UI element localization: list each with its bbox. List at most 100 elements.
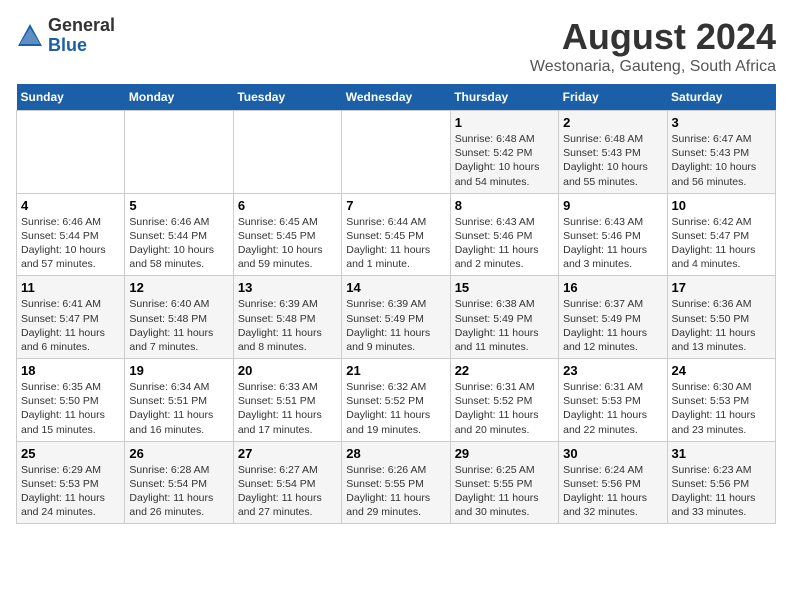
weekday-header-tuesday: Tuesday xyxy=(233,84,341,111)
calendar-table: SundayMondayTuesdayWednesdayThursdayFrid… xyxy=(16,84,776,524)
main-title: August 2024 xyxy=(530,16,776,58)
calendar-cell: 11 Sunrise: 6:41 AM Sunset: 5:47 PM Dayli… xyxy=(17,276,125,359)
calendar-cell: 3 Sunrise: 6:47 AM Sunset: 5:43 PM Daylig… xyxy=(667,111,775,194)
calendar-cell: 6 Sunrise: 6:45 AM Sunset: 5:45 PM Daylig… xyxy=(233,193,341,276)
day-detail: Sunrise: 6:31 AM Sunset: 5:52 PM Dayligh… xyxy=(455,380,554,437)
day-detail: Sunrise: 6:36 AM Sunset: 5:50 PM Dayligh… xyxy=(672,297,771,354)
calendar-cell: 8 Sunrise: 6:43 AM Sunset: 5:46 PM Daylig… xyxy=(450,193,558,276)
calendar-cell: 18 Sunrise: 6:35 AM Sunset: 5:50 PM Dayli… xyxy=(17,359,125,442)
weekday-header-friday: Friday xyxy=(559,84,667,111)
day-number: 4 xyxy=(21,198,120,213)
day-number: 6 xyxy=(238,198,337,213)
day-detail: Sunrise: 6:28 AM Sunset: 5:54 PM Dayligh… xyxy=(129,463,228,520)
logo-blue: Blue xyxy=(48,36,115,56)
day-number: 20 xyxy=(238,363,337,378)
calendar-cell: 24Sunrise: 6:30 AM Sunset: 5:53 PM Dayli… xyxy=(667,359,775,442)
calendar-cell: 28Sunrise: 6:26 AM Sunset: 5:55 PM Dayli… xyxy=(342,441,450,524)
day-number: 3 xyxy=(672,115,771,130)
day-detail: Sunrise: 6:27 AM Sunset: 5:54 PM Dayligh… xyxy=(238,463,337,520)
day-detail: Sunrise: 6:30 AM Sunset: 5:53 PM Dayligh… xyxy=(672,380,771,437)
day-detail: Sunrise: 6:42 AM Sunset: 5:47 PM Dayligh… xyxy=(672,215,771,272)
day-detail: Sunrise: 6:31 AM Sunset: 5:53 PM Dayligh… xyxy=(563,380,662,437)
weekday-header-thursday: Thursday xyxy=(450,84,558,111)
weekday-header-saturday: Saturday xyxy=(667,84,775,111)
calendar-cell: 12Sunrise: 6:40 AM Sunset: 5:48 PM Dayli… xyxy=(125,276,233,359)
day-detail: Sunrise: 6:33 AM Sunset: 5:51 PM Dayligh… xyxy=(238,380,337,437)
day-detail: Sunrise: 6:43 AM Sunset: 5:46 PM Dayligh… xyxy=(455,215,554,272)
day-number: 17 xyxy=(672,280,771,295)
calendar-cell: 30Sunrise: 6:24 AM Sunset: 5:56 PM Dayli… xyxy=(559,441,667,524)
day-detail: Sunrise: 6:41 AM Sunset: 5:47 PM Dayligh… xyxy=(21,297,120,354)
title-block: August 2024 Westonaria, Gauteng, South A… xyxy=(530,16,776,76)
day-detail: Sunrise: 6:47 AM Sunset: 5:43 PM Dayligh… xyxy=(672,132,771,189)
day-number: 1 xyxy=(455,115,554,130)
day-number: 31 xyxy=(672,446,771,461)
calendar-cell: 26 Sunrise: 6:28 AM Sunset: 5:54 PM Dayli… xyxy=(125,441,233,524)
day-detail: Sunrise: 6:37 AM Sunset: 5:49 PM Dayligh… xyxy=(563,297,662,354)
day-number: 25 xyxy=(21,446,120,461)
day-number: 29 xyxy=(455,446,554,461)
calendar-cell: 27 Sunrise: 6:27 AM Sunset: 5:54 PM Dayli… xyxy=(233,441,341,524)
calendar-cell: 9Sunrise: 6:43 AM Sunset: 5:46 PM Daylig… xyxy=(559,193,667,276)
day-number: 13 xyxy=(238,280,337,295)
header: General Blue August 2024 Westonaria, Gau… xyxy=(16,16,776,76)
weekday-header-sunday: Sunday xyxy=(17,84,125,111)
day-detail: Sunrise: 6:45 AM Sunset: 5:45 PM Dayligh… xyxy=(238,215,337,272)
week-row-4: 18 Sunrise: 6:35 AM Sunset: 5:50 PM Dayli… xyxy=(17,359,776,442)
day-number: 8 xyxy=(455,198,554,213)
subtitle: Westonaria, Gauteng, South Africa xyxy=(530,58,776,76)
calendar-cell: 20 Sunrise: 6:33 AM Sunset: 5:51 PM Dayli… xyxy=(233,359,341,442)
day-detail: Sunrise: 6:32 AM Sunset: 5:52 PM Dayligh… xyxy=(346,380,445,437)
week-row-3: 11 Sunrise: 6:41 AM Sunset: 5:47 PM Dayli… xyxy=(17,276,776,359)
day-detail: Sunrise: 6:39 AM Sunset: 5:48 PM Dayligh… xyxy=(238,297,337,354)
day-number: 27 xyxy=(238,446,337,461)
day-number: 21 xyxy=(346,363,445,378)
day-number: 11 xyxy=(21,280,120,295)
day-detail: Sunrise: 6:48 AM Sunset: 5:43 PM Dayligh… xyxy=(563,132,662,189)
day-detail: Sunrise: 6:25 AM Sunset: 5:55 PM Dayligh… xyxy=(455,463,554,520)
day-detail: Sunrise: 6:46 AM Sunset: 5:44 PM Dayligh… xyxy=(21,215,120,272)
weekday-header-monday: Monday xyxy=(125,84,233,111)
calendar-cell: 17 Sunrise: 6:36 AM Sunset: 5:50 PM Dayli… xyxy=(667,276,775,359)
calendar-cell: 22Sunrise: 6:31 AM Sunset: 5:52 PM Dayli… xyxy=(450,359,558,442)
day-number: 2 xyxy=(563,115,662,130)
calendar-cell xyxy=(233,111,341,194)
logo: General Blue xyxy=(16,16,115,56)
day-number: 28 xyxy=(346,446,445,461)
day-detail: Sunrise: 6:46 AM Sunset: 5:44 PM Dayligh… xyxy=(129,215,228,272)
day-detail: Sunrise: 6:23 AM Sunset: 5:56 PM Dayligh… xyxy=(672,463,771,520)
calendar-cell: 5 Sunrise: 6:46 AM Sunset: 5:44 PM Daylig… xyxy=(125,193,233,276)
day-number: 14 xyxy=(346,280,445,295)
day-number: 26 xyxy=(129,446,228,461)
calendar-cell: 7Sunrise: 6:44 AM Sunset: 5:45 PM Daylig… xyxy=(342,193,450,276)
day-detail: Sunrise: 6:40 AM Sunset: 5:48 PM Dayligh… xyxy=(129,297,228,354)
day-number: 23 xyxy=(563,363,662,378)
day-detail: Sunrise: 6:29 AM Sunset: 5:53 PM Dayligh… xyxy=(21,463,120,520)
day-number: 10 xyxy=(672,198,771,213)
day-detail: Sunrise: 6:35 AM Sunset: 5:50 PM Dayligh… xyxy=(21,380,120,437)
day-detail: Sunrise: 6:48 AM Sunset: 5:42 PM Dayligh… xyxy=(455,132,554,189)
day-detail: Sunrise: 6:38 AM Sunset: 5:49 PM Dayligh… xyxy=(455,297,554,354)
calendar-cell: 31 Sunrise: 6:23 AM Sunset: 5:56 PM Dayli… xyxy=(667,441,775,524)
calendar-cell: 4 Sunrise: 6:46 AM Sunset: 5:44 PM Daylig… xyxy=(17,193,125,276)
calendar-cell: 15Sunrise: 6:38 AM Sunset: 5:49 PM Dayli… xyxy=(450,276,558,359)
calendar-cell: 10 Sunrise: 6:42 AM Sunset: 5:47 PM Dayli… xyxy=(667,193,775,276)
logo-general: General xyxy=(48,16,115,36)
day-number: 19 xyxy=(129,363,228,378)
day-detail: Sunrise: 6:34 AM Sunset: 5:51 PM Dayligh… xyxy=(129,380,228,437)
calendar-cell xyxy=(125,111,233,194)
calendar-cell xyxy=(342,111,450,194)
day-number: 18 xyxy=(21,363,120,378)
calendar-cell: 1 Sunrise: 6:48 AM Sunset: 5:42 PM Daylig… xyxy=(450,111,558,194)
day-detail: Sunrise: 6:44 AM Sunset: 5:45 PM Dayligh… xyxy=(346,215,445,272)
day-number: 5 xyxy=(129,198,228,213)
week-row-2: 4 Sunrise: 6:46 AM Sunset: 5:44 PM Daylig… xyxy=(17,193,776,276)
calendar-cell: 29 Sunrise: 6:25 AM Sunset: 5:55 PM Dayli… xyxy=(450,441,558,524)
calendar-cell: 14 Sunrise: 6:39 AM Sunset: 5:49 PM Dayli… xyxy=(342,276,450,359)
day-detail: Sunrise: 6:24 AM Sunset: 5:56 PM Dayligh… xyxy=(563,463,662,520)
week-row-1: 1 Sunrise: 6:48 AM Sunset: 5:42 PM Daylig… xyxy=(17,111,776,194)
day-number: 16 xyxy=(563,280,662,295)
day-detail: Sunrise: 6:39 AM Sunset: 5:49 PM Dayligh… xyxy=(346,297,445,354)
week-row-5: 25 Sunrise: 6:29 AM Sunset: 5:53 PM Dayli… xyxy=(17,441,776,524)
calendar-cell: 25 Sunrise: 6:29 AM Sunset: 5:53 PM Dayli… xyxy=(17,441,125,524)
